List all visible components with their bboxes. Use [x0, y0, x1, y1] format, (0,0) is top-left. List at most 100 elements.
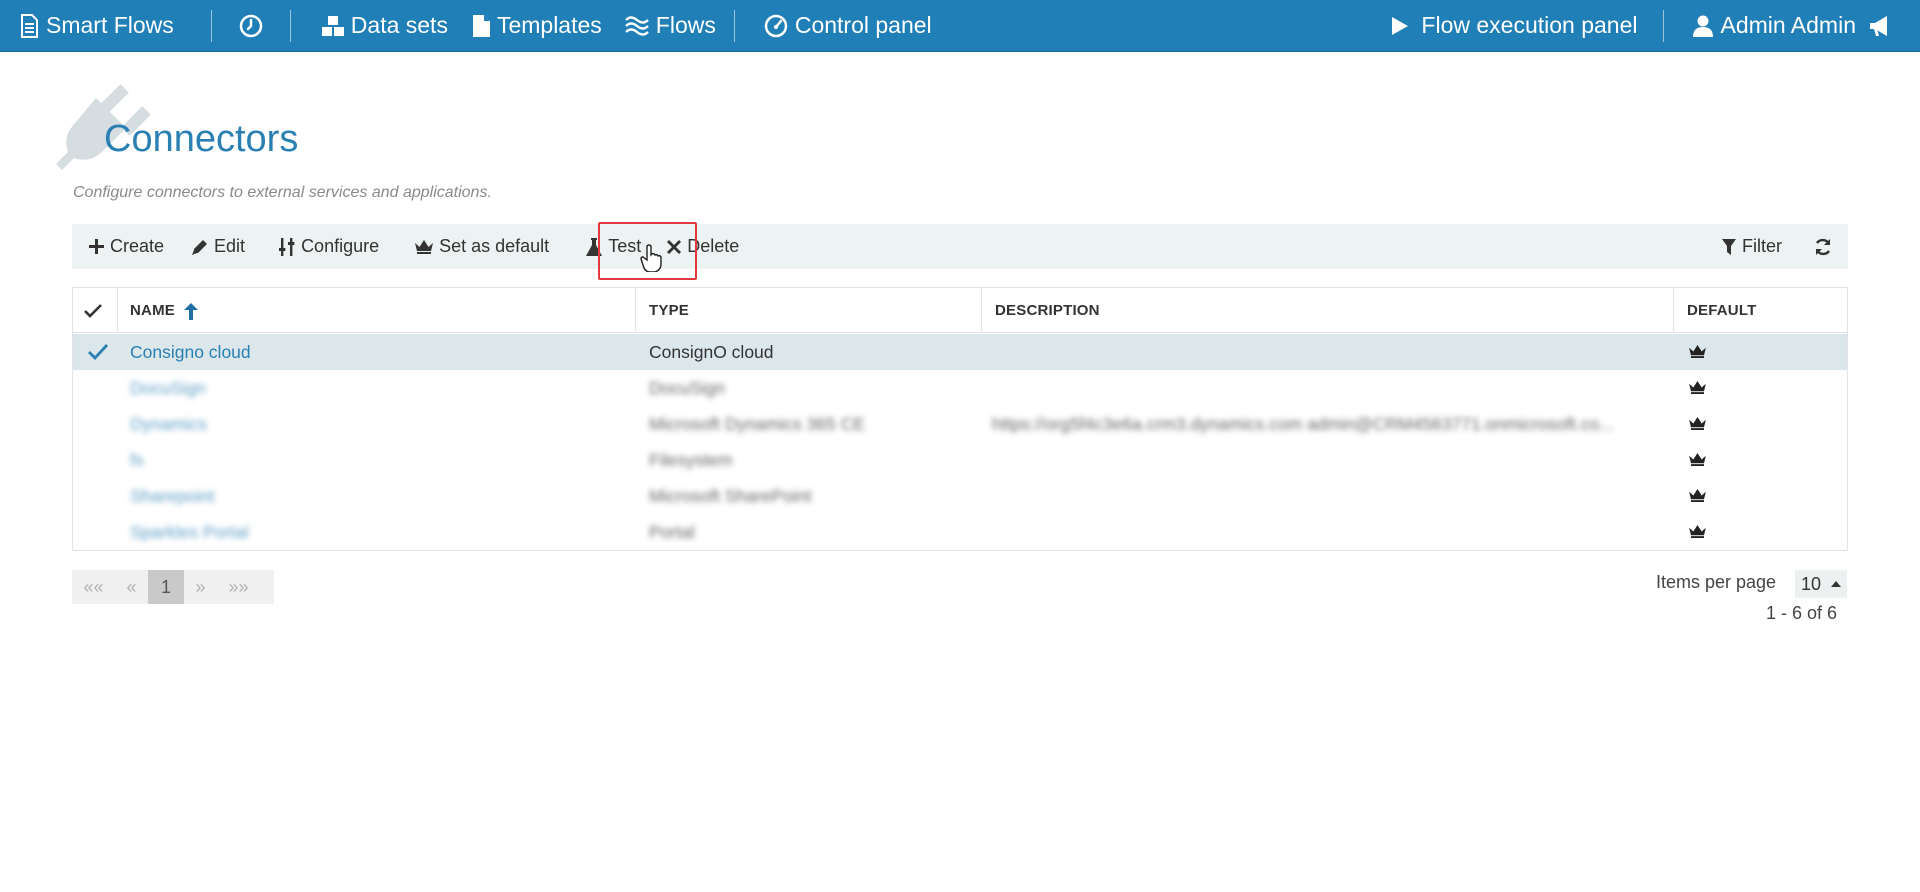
nav-control-panel-label: Control panel — [794, 12, 932, 38]
first-page-button[interactable]: «« — [72, 570, 115, 604]
connector-description: https://org5f4c3e6a.crm3.dynamics.com ad… — [992, 413, 1614, 434]
connector-description — [992, 334, 1668, 370]
hand-pointer-cursor-icon — [640, 244, 662, 272]
refresh-icon — [1815, 238, 1831, 255]
crown-icon[interactable] — [1689, 417, 1706, 430]
nav-flow-execution-panel[interactable]: Flow execution panel — [1391, 0, 1637, 52]
column-divider — [1673, 288, 1674, 333]
column-description-label: DESCRIPTION — [995, 302, 1100, 319]
delete-label: Delete — [687, 236, 740, 256]
connector-name[interactable]: Dynamics — [130, 406, 207, 442]
column-header-name[interactable]: NAME — [130, 288, 201, 333]
brand-label: Smart Flows — [46, 12, 174, 38]
column-header-description[interactable]: DESCRIPTION — [995, 288, 1100, 333]
dashboard-gauge-icon — [764, 14, 788, 37]
column-default-label: DEFAULT — [1687, 302, 1757, 319]
checkmark-icon — [88, 344, 108, 360]
configure-button[interactable]: Configure — [267, 224, 391, 269]
sort-ascending-arrow-icon — [183, 302, 198, 320]
table-row[interactable]: Consigno cloud ConsignO cloud — [73, 334, 1847, 370]
play-icon — [1392, 16, 1409, 35]
items-per-page-select[interactable]: 10 — [1795, 570, 1847, 598]
column-type-label: TYPE — [649, 302, 689, 319]
crown-icon[interactable] — [1689, 489, 1706, 502]
connector-type: Microsoft SharePoint — [649, 485, 812, 506]
connector-name[interactable]: Consigno cloud — [130, 334, 251, 370]
row-checkbox[interactable] — [88, 334, 108, 370]
dataset-icon — [321, 15, 344, 36]
column-divider — [981, 288, 982, 333]
column-divider — [117, 288, 118, 333]
last-page-button[interactable]: »» — [217, 570, 260, 604]
nav-templates[interactable]: Templates — [472, 0, 602, 52]
set-default-label: Set as default — [439, 236, 550, 256]
crown-icon[interactable] — [1689, 345, 1706, 358]
close-icon — [667, 239, 682, 254]
crown-icon[interactable] — [1689, 381, 1706, 394]
smart-flows-logo-icon — [21, 13, 38, 38]
table-row[interactable]: Dynamics Microsoft Dynamics 365 CE https… — [73, 406, 1847, 442]
connector-description — [992, 478, 1668, 514]
edit-button[interactable]: Edit — [180, 224, 257, 269]
select-all-checkbox[interactable] — [84, 288, 108, 333]
connectors-table: NAME TYPE DESCRIPTION DEFAULT Consigno c… — [72, 287, 1848, 551]
table-row[interactable]: Sparkles Portal Portal — [73, 514, 1847, 550]
connector-name[interactable]: Sparkles Portal — [130, 514, 249, 550]
clock-icon — [239, 14, 263, 37]
nav-flows-label: Flows — [655, 12, 716, 38]
items-per-page-label: Items per page — [1656, 572, 1777, 592]
next-page-button[interactable]: » — [184, 570, 217, 604]
action-toolbar: Create Edit Configure Set as default Tes… — [72, 224, 1848, 269]
nav-divider — [210, 9, 212, 42]
connector-type: Portal — [649, 521, 695, 542]
nav-divider — [289, 9, 291, 42]
megaphone-icon — [1870, 15, 1887, 36]
column-header-default[interactable]: DEFAULT — [1687, 288, 1756, 333]
connector-name[interactable]: Sharepoint — [130, 478, 215, 514]
checkmark-icon — [84, 303, 102, 318]
set-default-button[interactable]: Set as default — [403, 224, 561, 269]
user-name: Admin Admin — [1720, 12, 1856, 38]
connector-name[interactable]: DocuSign — [130, 370, 206, 406]
test-label: Test — [608, 236, 642, 256]
delete-button[interactable]: Delete — [655, 224, 751, 269]
nav-flow-execution-label: Flow execution panel — [1421, 12, 1638, 38]
table-row[interactable]: Sharepoint Microsoft SharePoint — [73, 478, 1847, 514]
configure-label: Configure — [301, 236, 380, 256]
nav-datasets[interactable]: Data sets — [321, 0, 448, 52]
connector-type: Filesystem — [649, 449, 733, 470]
nav-templates-label: Templates — [496, 12, 602, 38]
page-subtitle: Configure connectors to external service… — [73, 184, 492, 201]
connector-description — [992, 514, 1668, 550]
items-per-page-value: 10 — [1801, 573, 1822, 594]
crown-icon[interactable] — [1689, 525, 1706, 538]
previous-page-button[interactable]: « — [115, 570, 148, 604]
nav-flows[interactable]: Flows — [624, 0, 716, 52]
waves-icon — [624, 15, 649, 36]
nav-control-panel[interactable]: Control panel — [764, 0, 932, 52]
refresh-button[interactable] — [1802, 224, 1848, 269]
flask-icon — [586, 237, 603, 256]
column-header-type[interactable]: TYPE — [649, 288, 689, 333]
pagination-range: 1 - 6 of 6 — [1766, 603, 1838, 623]
caret-up-icon — [1831, 581, 1842, 587]
crown-icon[interactable] — [1689, 453, 1706, 466]
connector-description — [992, 370, 1668, 406]
nav-datasets-label: Data sets — [350, 12, 448, 38]
connector-name[interactable]: fs — [130, 442, 144, 478]
current-page-button[interactable]: 1 — [148, 570, 184, 604]
crown-icon — [415, 239, 434, 254]
column-name-label: NAME — [130, 302, 175, 319]
history-link[interactable] — [239, 0, 263, 52]
brand-link[interactable]: Smart Flows — [19, 0, 174, 52]
table-row[interactable]: DocuSign DocuSign — [73, 370, 1847, 406]
connector-description — [992, 442, 1668, 478]
pencil-icon — [192, 239, 208, 255]
create-button[interactable]: Create — [72, 224, 176, 269]
filter-button[interactable]: Filter — [1710, 224, 1794, 269]
announcements-button[interactable] — [1869, 0, 1891, 52]
column-divider — [635, 288, 636, 333]
table-row[interactable]: fs Filesystem — [73, 442, 1847, 478]
user-menu[interactable]: Admin Admin — [1693, 0, 1856, 52]
sliders-icon — [279, 237, 295, 256]
